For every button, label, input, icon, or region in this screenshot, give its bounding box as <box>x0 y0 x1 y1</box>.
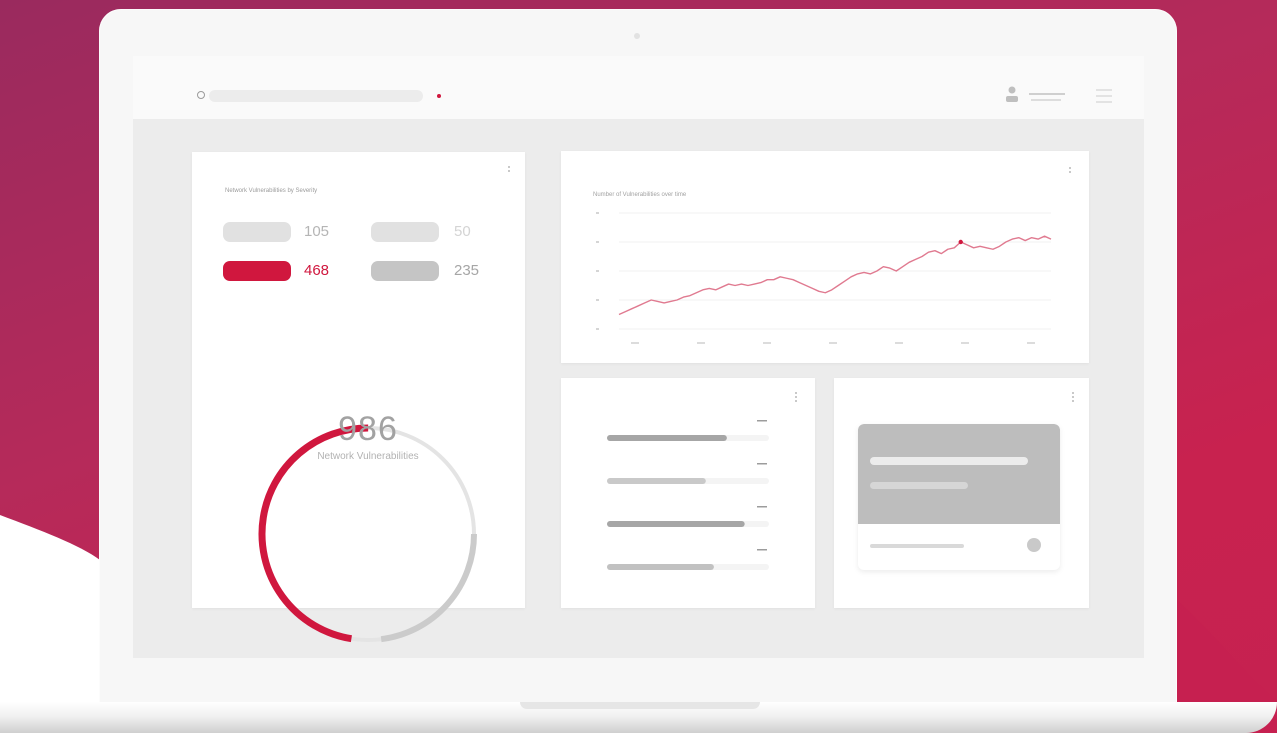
dashboard-screen: Network Vulnerabilities by Severity 105 … <box>133 56 1144 658</box>
total-vulnerabilities-label: Network Vulnerabilities <box>317 451 419 462</box>
x-tick-mark <box>1027 342 1035 344</box>
user-name <box>1029 93 1065 95</box>
top-items-card <box>561 378 815 608</box>
info-headline-placeholder <box>870 457 1028 465</box>
user-role <box>1031 99 1061 101</box>
x-tick-mark <box>961 342 969 344</box>
bar-value-label <box>757 549 767 551</box>
y-tick-mark <box>596 241 599 243</box>
info-card <box>834 378 1089 608</box>
severity-pill <box>223 222 291 242</box>
bar-value-label <box>757 420 767 422</box>
top-bar <box>133 56 1144 119</box>
x-tick-mark <box>895 342 903 344</box>
bar-value-label <box>757 506 767 508</box>
more-vertical-icon[interactable] <box>795 392 799 404</box>
severity-pill <box>371 222 439 242</box>
x-tick-mark <box>829 342 837 344</box>
y-tick-mark <box>596 212 599 214</box>
horizontal-bar-list <box>607 420 769 570</box>
more-vertical-icon[interactable] <box>508 166 512 174</box>
series-line <box>618 235 1052 316</box>
notification-dot <box>437 94 441 98</box>
bar-fill <box>607 564 714 570</box>
severity-count: 50 <box>454 223 471 240</box>
info-footer-placeholder <box>870 544 964 548</box>
info-panel[interactable] <box>858 424 1060 570</box>
laptop-base-notch <box>520 702 760 709</box>
bar-fill <box>607 521 745 527</box>
bar-fill <box>607 435 727 441</box>
severity-pill <box>371 261 439 281</box>
circle-status-icon[interactable] <box>1027 538 1041 552</box>
x-tick-mark <box>697 342 705 344</box>
trend-line-chart <box>596 212 1052 344</box>
info-subline-placeholder <box>870 482 968 489</box>
more-vertical-icon[interactable] <box>1072 392 1076 404</box>
x-tick-mark <box>631 342 639 344</box>
camera-icon <box>634 33 640 39</box>
severity-count: 468 <box>304 262 330 279</box>
total-vulnerabilities: 986 <box>338 410 398 448</box>
y-tick-mark <box>596 299 599 301</box>
severity-count: 235 <box>454 262 480 279</box>
x-tick-mark <box>763 342 771 344</box>
data-point <box>958 239 963 245</box>
y-tick-mark <box>596 328 599 330</box>
search-input[interactable] <box>209 90 423 102</box>
hamburger-menu-icon[interactable] <box>1096 89 1112 103</box>
card-title: Network Vulnerabilities by Severity <box>225 188 318 194</box>
vulnerability-summary-card: Network Vulnerabilities by Severity 105 … <box>192 152 525 644</box>
bar-value-label <box>757 463 767 465</box>
severity-count: 105 <box>304 223 330 240</box>
y-tick-mark <box>596 270 599 272</box>
search-icon[interactable] <box>197 91 205 99</box>
vulnerability-trend-card: Number of Vulnerabilities over time <box>561 151 1089 363</box>
bar-fill <box>607 478 706 484</box>
user-icon[interactable] <box>1005 85 1019 103</box>
info-panel-header <box>858 424 1060 524</box>
severity-pill <box>223 261 291 281</box>
